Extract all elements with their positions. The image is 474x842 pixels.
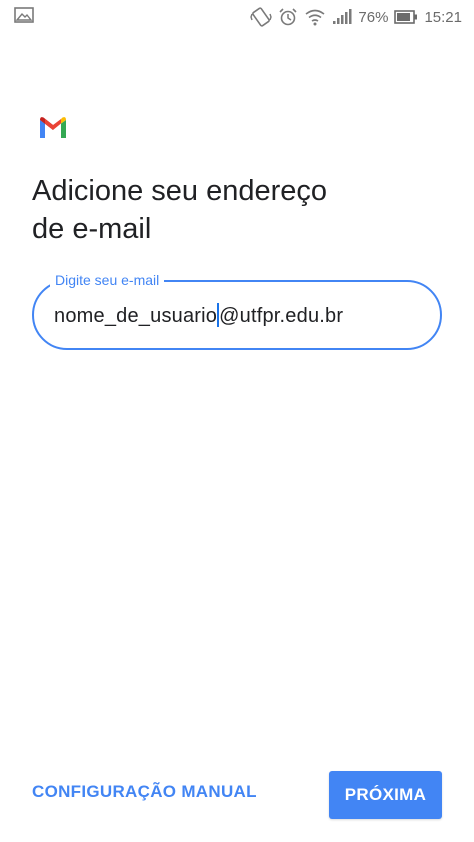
- page-title: Adicione seu endereço de e-mail: [32, 172, 432, 248]
- next-button[interactable]: PRÓXIMA: [329, 771, 442, 819]
- signal-icon: [332, 9, 352, 25]
- page-title-line-1: Adicione seu endereço: [32, 175, 328, 207]
- status-left: [14, 7, 34, 27]
- email-value-before-cursor: nome_de_usuario: [54, 305, 218, 327]
- image-icon: [14, 7, 34, 27]
- battery-icon: [394, 10, 418, 24]
- status-bar: 76% 15:21: [0, 0, 474, 34]
- alarm-icon: [278, 7, 298, 27]
- manual-setup-button[interactable]: CONFIGURAÇÃO MANUAL: [32, 782, 257, 802]
- email-value-after-cursor: @utfpr.edu.br: [219, 305, 344, 327]
- vibrate-icon: [250, 7, 273, 27]
- email-field-value[interactable]: nome_de_usuario @utfpr.edu.br: [54, 302, 343, 330]
- battery-percent: 76%: [358, 8, 389, 26]
- clock: 15:21: [424, 8, 462, 26]
- status-right: 76% 15:21: [250, 7, 462, 27]
- email-field-label: Digite seu e-mail: [50, 271, 165, 289]
- page-title-line-2: de e-mail: [32, 213, 152, 245]
- wifi-icon: [304, 8, 326, 26]
- email-field[interactable]: Digite seu e-mail nome_de_usuario @utfpr.…: [32, 271, 442, 350]
- gmail-logo-icon: [38, 116, 68, 138]
